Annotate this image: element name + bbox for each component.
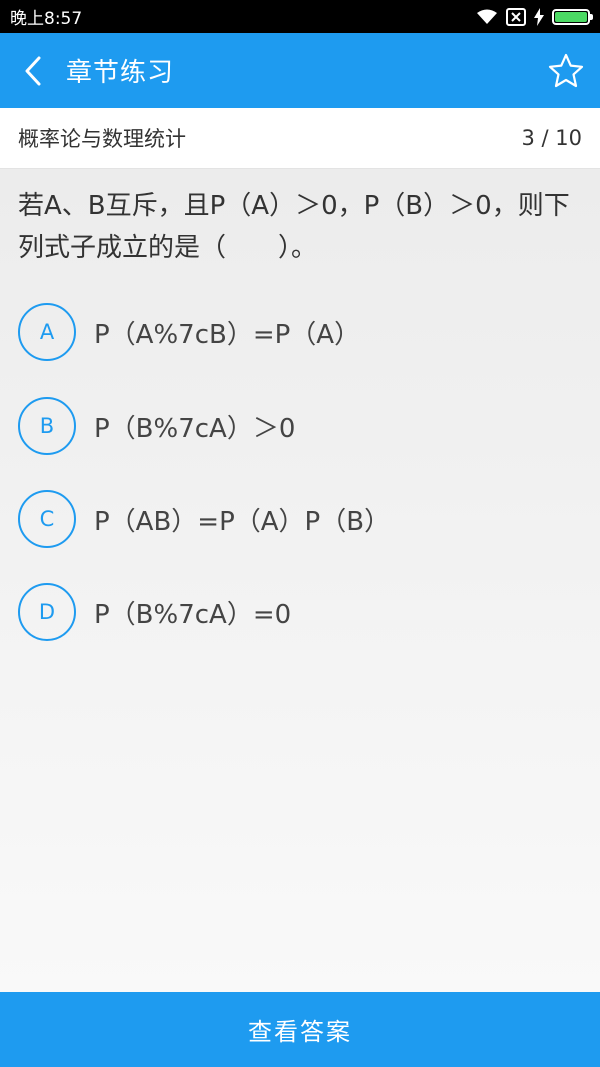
chevron-left-icon (25, 56, 41, 85)
status-icons (476, 7, 593, 26)
option-b[interactable]: B P（B%7cA）＞0 (18, 396, 578, 456)
question-progress: 3 / 10 (521, 126, 582, 150)
charging-icon (534, 7, 544, 26)
option-c[interactable]: C P（AB）=P（A）P（B） (18, 489, 578, 549)
wifi-icon (477, 9, 497, 24)
question-text: 若A、B互斥，且P（A）＞0，P（B）＞0，则下列式子成立的是（ ）。 (18, 191, 570, 263)
back-button[interactable] (0, 33, 66, 108)
option-a[interactable]: A P（A%7cB）=P（A） (18, 302, 578, 362)
option-key: B (18, 397, 76, 455)
option-text: P（AB）=P（A）P（B） (94, 506, 391, 537)
battery-icon (552, 8, 593, 25)
chapter-bar: 概率论与数理统计 3 / 10 (0, 108, 600, 169)
option-text: P（A%7cB）=P（A） (94, 319, 361, 350)
option-d[interactable]: D P（B%7cA）=0 (18, 582, 578, 642)
option-text: P（B%7cA）＞0 (94, 413, 296, 444)
app-bar: 章节练习 (0, 33, 600, 108)
star-outline-icon (548, 53, 584, 88)
view-answer-label: 查看答案 (248, 1018, 352, 1046)
option-key: C (18, 490, 76, 548)
option-key: A (18, 303, 76, 361)
option-key: D (18, 583, 76, 641)
question-area: 若A、B互斥，且P（A）＞0，P（B）＞0，则下列式子成立的是（ ）。 A P（… (0, 169, 600, 992)
chapter-name: 概率论与数理统计 (18, 127, 186, 151)
option-text: P（B%7cA）=0 (94, 599, 292, 630)
no-sim-icon (506, 7, 526, 26)
status-time: 晚上8:57 (10, 9, 83, 29)
status-bar: 晚上8:57 (0, 0, 600, 33)
page-title: 章节练习 (66, 58, 175, 88)
favorite-button[interactable] (546, 51, 586, 91)
view-answer-button[interactable]: 查看答案 (0, 992, 600, 1067)
